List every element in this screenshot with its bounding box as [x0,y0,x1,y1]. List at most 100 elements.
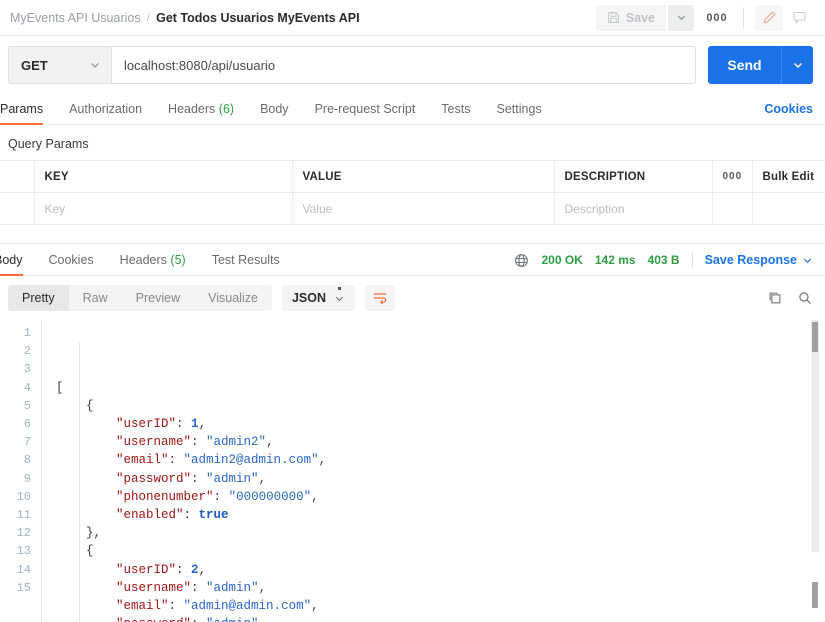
table-row: Key Value Description [0,192,825,225]
chevron-down-icon [677,15,685,21]
request-url-value: localhost:8080/api/usuario [124,57,276,73]
top-bar: MyEvents API Usuarios / Get Todos Usuari… [0,0,825,36]
globe-icon [514,253,529,268]
response-tab-body[interactable]: Body [0,253,23,276]
line-number: 11 [16,508,31,523]
save-button[interactable]: Save [595,4,666,31]
line-number: 2 [23,344,31,359]
response-tab-headers-count: (5) [170,253,186,267]
tab-tests-label: Tests [441,102,471,116]
word-wrap-button[interactable] [365,285,395,311]
query-params-table: KEY VALUE DESCRIPTION 000 Bulk Edit Key … [0,160,825,225]
row-value-input[interactable]: Value [291,192,555,225]
chevron-down-icon [803,258,812,263]
column-checkbox [0,160,35,193]
code-line: "userID": 2, [116,562,207,577]
view-mode-pretty[interactable]: Pretty [8,285,69,311]
line-number: 4 [23,380,31,395]
column-options-button[interactable]: 000 [711,160,753,193]
send-group: Send [708,46,813,84]
view-mode-preview[interactable]: Preview [122,285,194,311]
line-number: 9 [23,471,31,486]
comments-button[interactable] [785,5,813,31]
code-line: "email": "admin2@admin.com", [116,453,327,468]
view-mode-raw[interactable]: Raw [69,285,122,311]
response-json-code[interactable]: [ { "userID": 1, "username": "admin2", "… [42,320,825,622]
tab-headers[interactable]: Headers (6) [168,102,234,124]
code-fold-guide [79,342,80,622]
code-line: "userID": 1, [116,417,207,432]
code-line: "enabled": true [116,508,229,523]
tab-params[interactable]: Params [0,102,44,125]
row-spacer [751,192,825,225]
save-dropdown-button[interactable] [668,4,694,31]
response-language-select[interactable]: JSON [281,285,355,311]
search-icon [799,292,812,305]
save-response-button[interactable]: Save Response [705,253,813,267]
code-line: { [56,398,94,413]
response-tab-headers[interactable]: Headers (5) [120,253,186,275]
tab-settings[interactable]: Settings [496,102,541,124]
row-key-input[interactable]: Key [33,192,293,225]
send-dropdown-button[interactable] [781,46,813,84]
line-number: 14 [16,562,31,577]
column-description: DESCRIPTION [553,160,713,193]
breadcrumb-request-name[interactable]: Get Todos Usuarios MyEvents API [156,11,360,25]
tab-pre-request-script-label: Pre-request Script [314,102,416,116]
response-tab-cookies-label: Cookies [48,253,94,267]
http-method-select[interactable]: GET [8,46,111,84]
row-checkbox[interactable] [0,192,35,225]
search-button[interactable] [797,290,813,306]
line-number: 3 [23,362,31,377]
cookies-link[interactable]: Cookies [764,102,813,124]
line-number: 10 [16,489,31,504]
response-format-bar: Pretty Raw Preview Visualize JSON [0,276,825,320]
row-description-input[interactable]: Description [553,192,713,225]
code-line: { [56,544,94,559]
response-language-value: JSON [291,291,326,305]
table-header-row: KEY VALUE DESCRIPTION 000 Bulk Edit [0,160,825,193]
more-actions-button[interactable]: 000 [702,5,732,31]
save-disk-icon [607,11,620,24]
language-indicator-dot [338,287,341,290]
status-badge: 200 OK [541,253,583,267]
meta-divider [691,252,693,268]
tab-pre-request-script[interactable]: Pre-request Script [315,102,416,124]
bulk-edit-button[interactable]: Bulk Edit [751,160,825,193]
response-body-viewer[interactable]: 1 2 3 4 5 6 7 8 9 10 11 12 13 14 15 [ { "userID": 1, "… [0,320,825,622]
tab-body[interactable]: Body [260,102,289,124]
tab-params-label: Params [0,102,44,116]
scrollbar-thumb[interactable] [812,322,818,352]
postman-window: MyEvents API Usuarios / Get Todos Usuari… [0,0,825,622]
line-number: 12 [16,526,31,541]
response-tools [767,290,813,306]
breadcrumb-collection[interactable]: MyEvents API Usuarios [10,11,141,25]
view-mode-visualize[interactable]: Visualize [194,285,272,311]
tab-tests[interactable]: Tests [441,102,470,124]
scrollbar-track[interactable] [811,320,819,552]
response-time: 142 ms [594,253,636,267]
request-url-input[interactable]: localhost:8080/api/usuario [111,46,696,84]
row-options [711,192,753,225]
save-response-label: Save Response [704,253,797,267]
response-tab-cookies[interactable]: Cookies [49,253,94,275]
response-scrollbar[interactable] [811,320,819,622]
breadcrumb: MyEvents API Usuarios / Get Todos Usuari… [10,11,360,25]
line-number-gutter: 1 2 3 4 5 6 7 8 9 10 11 12 13 14 15 [0,320,42,622]
line-number: 8 [23,453,31,468]
send-button[interactable]: Send [708,46,781,84]
view-mode-group: Pretty Raw Preview Visualize [8,285,272,311]
tab-settings-label: Settings [496,102,542,116]
response-tab-test-results-label: Test Results [211,253,280,267]
line-number: 15 [16,580,31,595]
scrollbar-thumb-secondary[interactable] [812,582,818,608]
request-tabs: Params Authorization Headers (6) Body Pr… [0,94,825,125]
tab-authorization[interactable]: Authorization [69,102,142,124]
response-tab-test-results[interactable]: Test Results [212,253,280,275]
edit-request-button[interactable] [755,4,783,31]
comment-icon [793,11,805,24]
copy-button[interactable] [767,290,783,306]
chevron-down-icon [91,63,99,68]
line-number: 7 [23,435,31,450]
code-line: "password": "admin", [116,471,267,486]
